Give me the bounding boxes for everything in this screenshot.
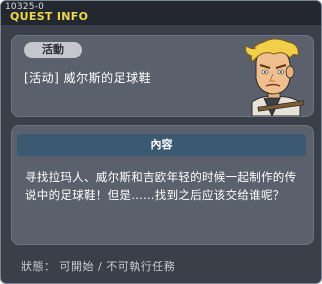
quest-category-badge: 活動 bbox=[24, 42, 82, 58]
quest-description: 寻找拉玛人、威尔斯和吉欧年轻的时候一起制作的传说中的足球鞋！但是……找到之后应该… bbox=[25, 170, 297, 202]
quest-info-window: 10325-0 QUEST INFO 活動 [活动] 威尔斯的足球鞋 內容 寻找… bbox=[0, 0, 322, 284]
quest-content-panel: 內容 寻找拉玛人、威尔斯和吉欧年轻的时候一起制作的传说中的足球鞋！但是……找到之… bbox=[11, 125, 314, 245]
content-section-header: 內容 bbox=[17, 134, 306, 156]
quest-name: [活动] 威尔斯的足球鞋 bbox=[24, 71, 152, 85]
npc-portrait-icon bbox=[234, 36, 312, 118]
title-bar[interactable]: 10325-0 QUEST INFO bbox=[1, 1, 321, 25]
quest-status: 狀態： 可開始 / 不可執行任務 bbox=[21, 260, 176, 273]
quest-summary-panel: 活動 [活动] 威尔斯的足球鞋 bbox=[11, 35, 314, 118]
window-title: QUEST INFO bbox=[10, 10, 89, 23]
